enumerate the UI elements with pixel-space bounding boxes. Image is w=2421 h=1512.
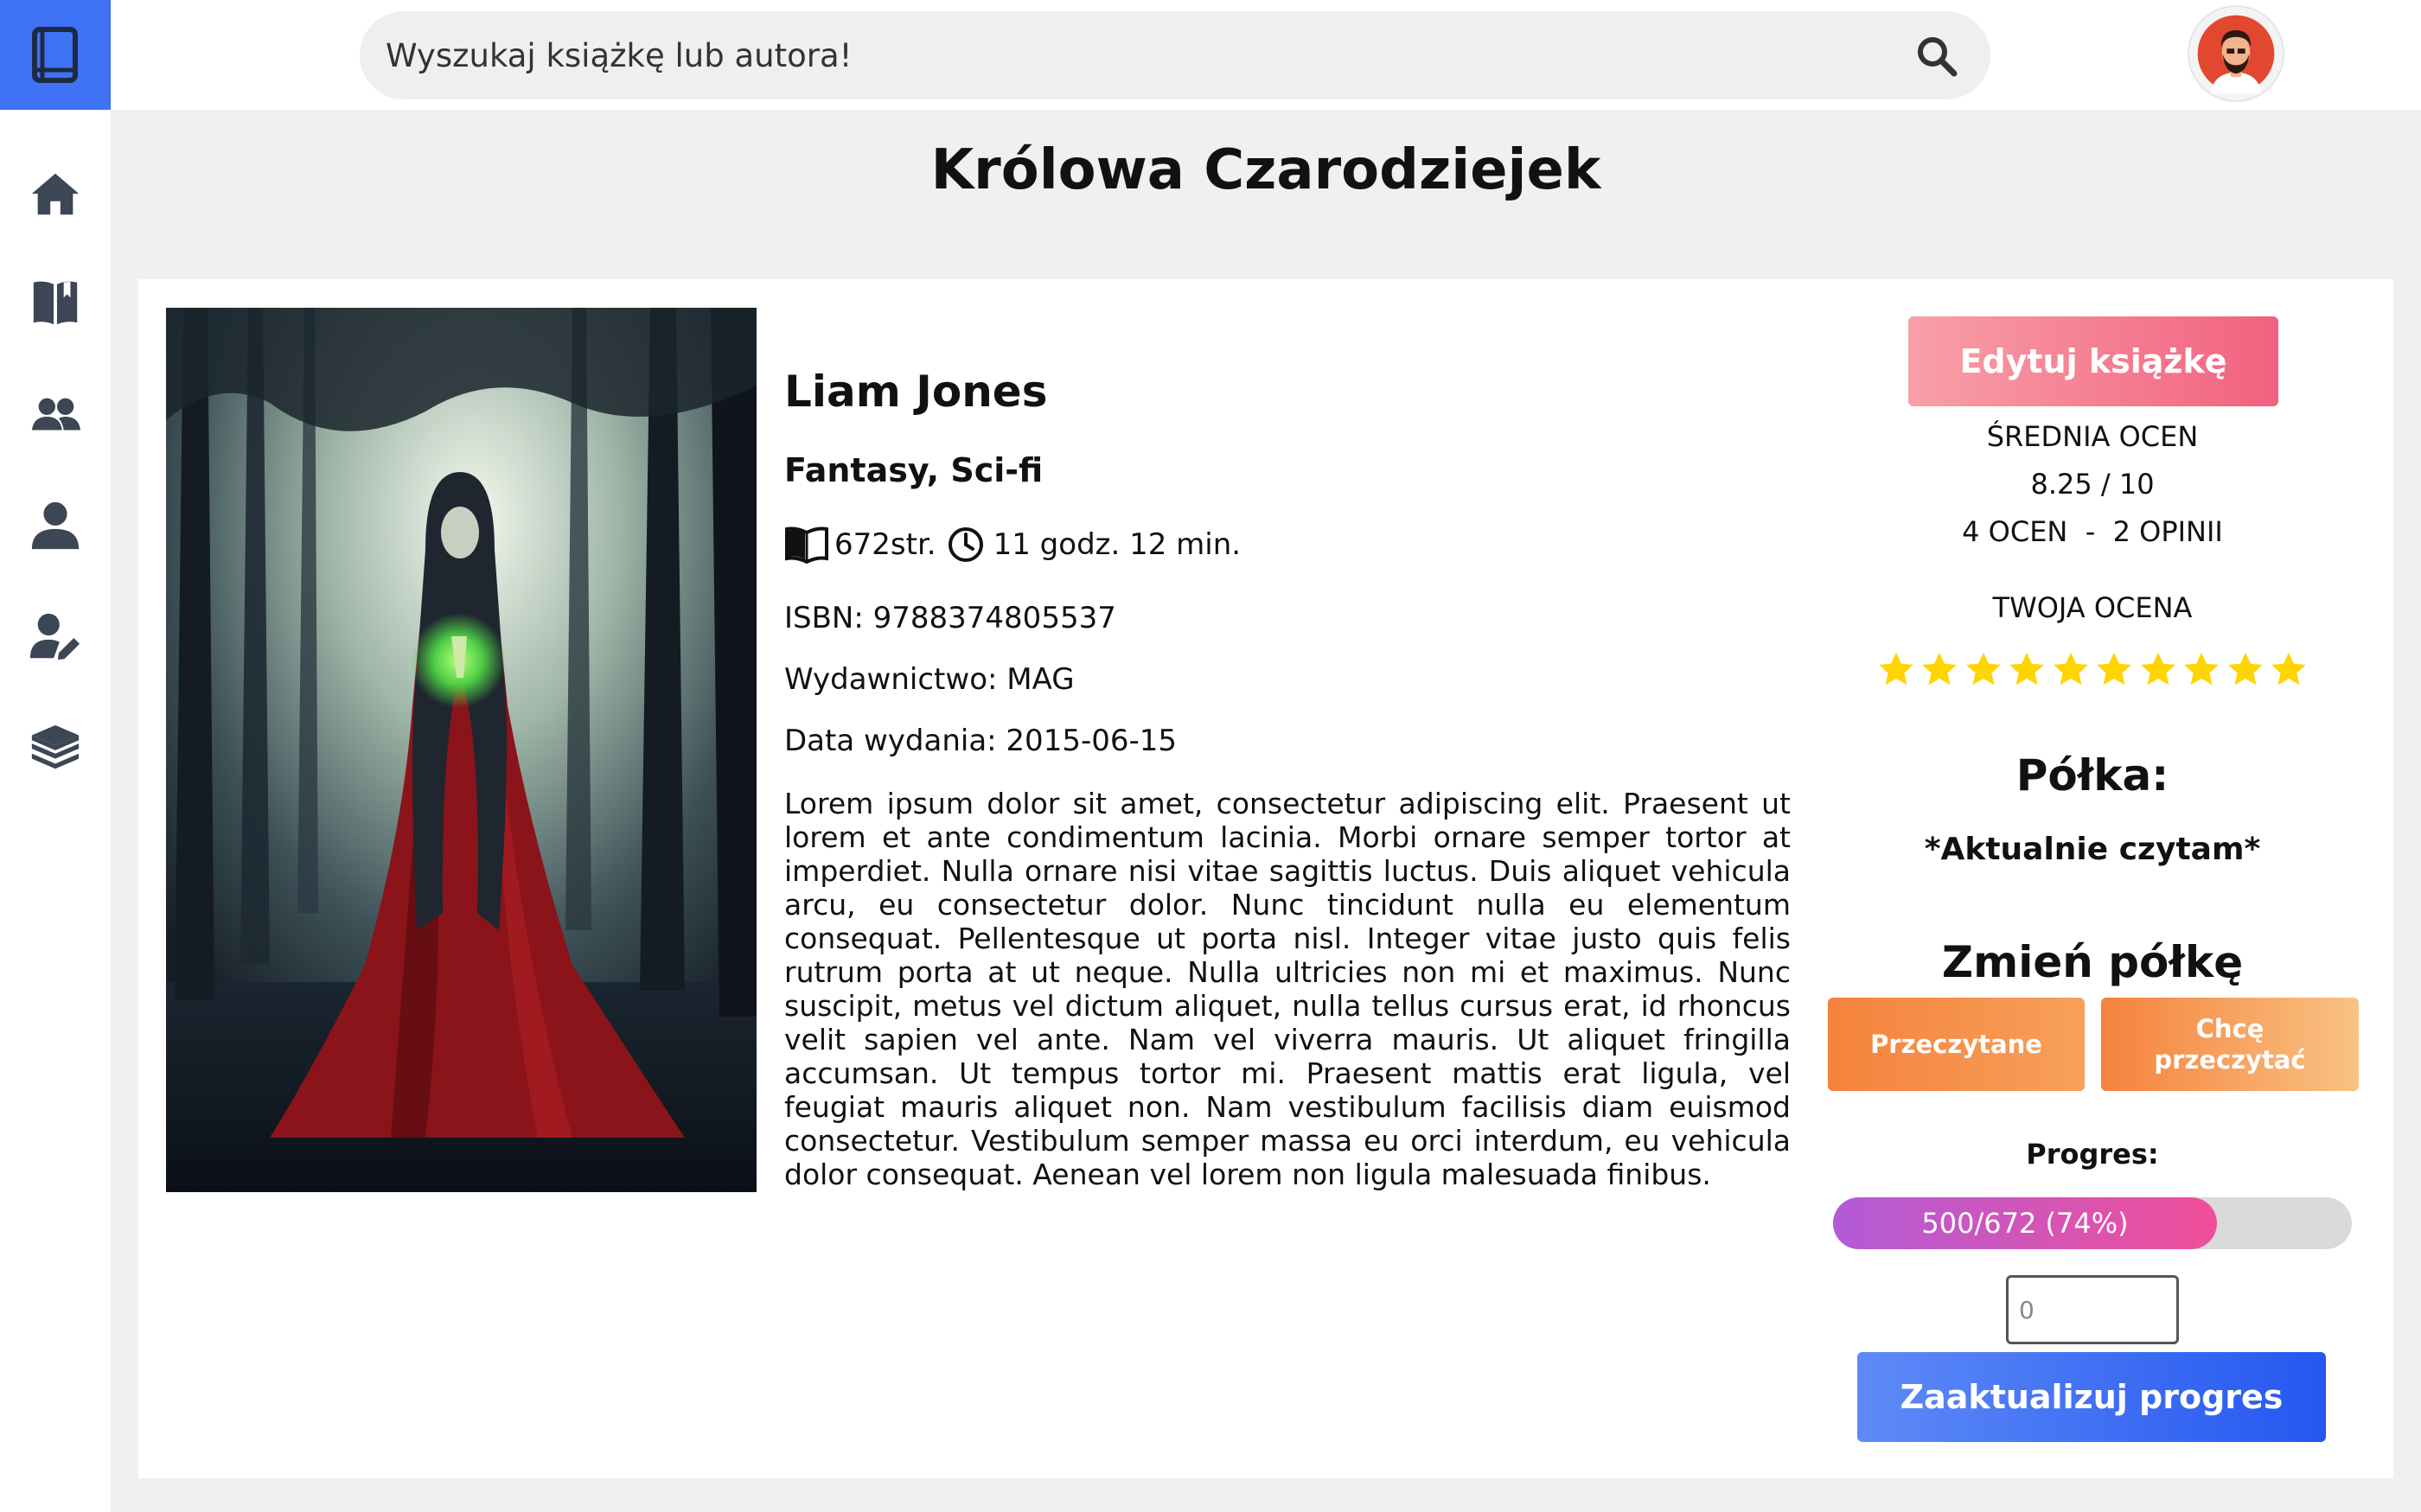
star-icon[interactable]	[1964, 650, 2003, 690]
book-title: Królowa Czarodziejek	[930, 138, 1601, 202]
star-icon[interactable]	[2138, 650, 2178, 690]
rating-counts: 4 OCEN - 2 OPINII	[1962, 515, 2223, 548]
star-icon[interactable]	[2226, 650, 2265, 690]
sidebar-item-library[interactable]	[0, 705, 111, 788]
star-icon[interactable]	[2051, 650, 2091, 690]
update-progress-button[interactable]: Zaaktualizuj progres	[1857, 1352, 2326, 1442]
shelf-read-button[interactable]: Przeczytane	[1828, 998, 2085, 1091]
sidebar-item-books[interactable]	[0, 261, 111, 344]
search-bar	[360, 11, 1990, 99]
your-rating-label: TWOJA OCENA	[1992, 591, 2193, 624]
progress-label: Progres:	[2026, 1138, 2159, 1171]
book-reading-time: 11 godz. 12 min.	[993, 527, 1242, 562]
star-icon[interactable]	[1920, 650, 1959, 690]
users-icon	[31, 398, 81, 431]
avatar-icon	[2197, 15, 2275, 94]
average-rating-label: ŚREDNIA OCEN	[1986, 420, 2199, 453]
books-stack-icon	[31, 724, 80, 769]
book-pages: 672str.	[834, 527, 936, 562]
change-shelf-heading: Zmień półkę	[1941, 937, 2244, 987]
star-icon[interactable]	[2181, 650, 2221, 690]
book-publisher: Wydawnictwo: MAG	[784, 662, 1075, 697]
book-isbn: ISBN: 9788374805537	[784, 601, 1116, 635]
progress-fill: 500/672 (74%)	[1833, 1197, 2217, 1249]
sidebar-item-profile[interactable]	[0, 484, 111, 567]
shelf-heading: Półka:	[2015, 750, 2169, 801]
cover-illustration	[166, 308, 757, 1192]
home-icon	[31, 173, 80, 215]
star-icon[interactable]	[1876, 650, 1916, 690]
sidebar-item-friends[interactable]	[0, 373, 111, 456]
average-rating-value: 8.25 / 10	[2030, 468, 2155, 501]
book-description: Lorem ipsum dolor sit amet, consectetur …	[784, 787, 1791, 1191]
progress-text: 500/672 (74%)	[1921, 1207, 2129, 1240]
user-edit-icon	[29, 613, 80, 660]
sidebar	[0, 0, 111, 1512]
book-pages-icon	[785, 526, 828, 564]
star-icon[interactable]	[2094, 650, 2134, 690]
book-author: Liam Jones	[784, 367, 1048, 417]
book-open-icon	[33, 281, 78, 325]
shelf-want-to-read-button[interactable]: Chcę przeczytać	[2101, 998, 2359, 1091]
user-icon	[31, 501, 80, 550]
rating-stars	[1876, 650, 2309, 699]
search-input[interactable]	[386, 11, 1907, 99]
edit-book-button[interactable]: Edytuj książkę	[1908, 316, 2278, 406]
book-release-date: Data wydania: 2015-06-15	[784, 724, 1178, 758]
book-icon	[32, 26, 78, 83]
book-genres: Fantasy, Sci-fi	[784, 451, 1044, 489]
current-shelf: *Aktualnie czytam*	[1924, 832, 2261, 867]
sidebar-item-edit-profile[interactable]	[0, 595, 111, 678]
progress-input[interactable]	[2006, 1275, 2179, 1344]
book-cover-image	[166, 308, 757, 1192]
star-icon[interactable]	[2007, 650, 2047, 690]
search-icon[interactable]	[1914, 34, 1959, 79]
logo-button[interactable]	[0, 0, 111, 110]
star-icon[interactable]	[2269, 650, 2309, 690]
top-bar	[111, 0, 2421, 110]
sidebar-item-home[interactable]	[0, 152, 111, 235]
clock-icon	[948, 527, 983, 562]
user-avatar[interactable]	[2188, 5, 2284, 102]
progress-bar[interactable]: 500/672 (74%)	[1833, 1197, 2352, 1249]
book-meta-row: 672str. 11 godz. 12 min.	[784, 526, 1241, 564]
